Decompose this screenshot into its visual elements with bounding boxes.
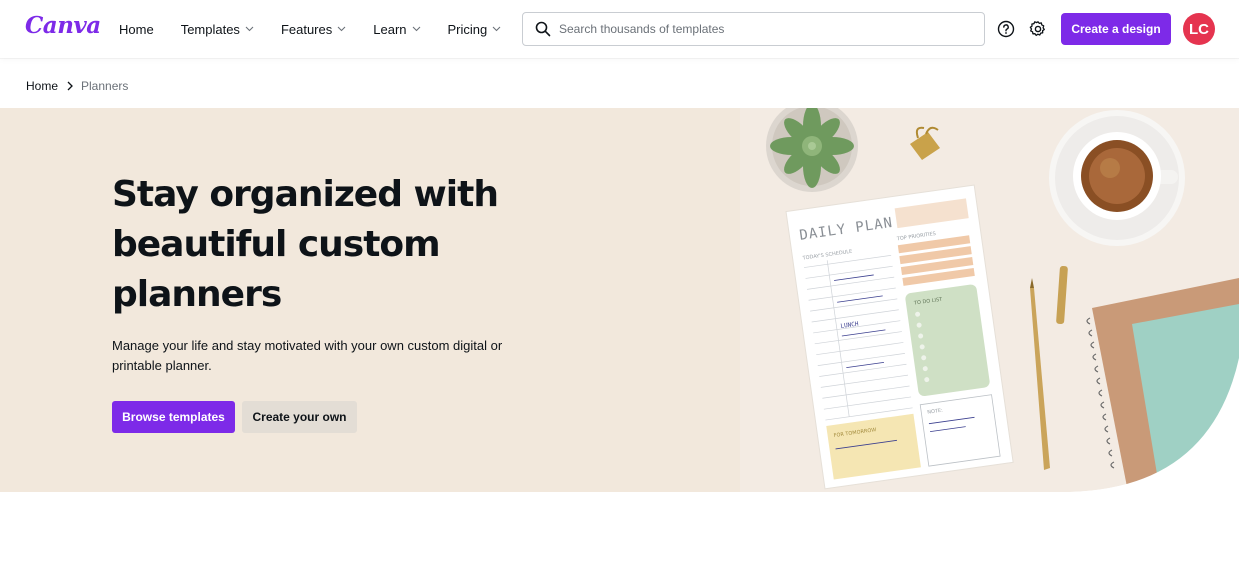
browse-templates-button[interactable]: Browse templates (112, 401, 235, 433)
coffee-cup (1049, 110, 1185, 246)
help-button[interactable] (994, 17, 1018, 41)
top-navigation-bar: Canva Home Templates Features Learn Pric… (0, 0, 1239, 58)
nav-features[interactable]: Features (281, 22, 346, 37)
search-input[interactable] (559, 22, 959, 36)
planner-hero-image: DAILY PLAN TODAY'S SCHEDULE TOP PRIORITI… (740, 108, 1239, 492)
hero-banner: Stay organized with beautiful custom pla… (0, 108, 1239, 492)
nav-features-label: Features (280, 21, 333, 37)
nav-pricing[interactable]: Pricing (448, 22, 502, 37)
nav-learn[interactable]: Learn (373, 22, 420, 37)
chevron-down-icon (412, 26, 420, 32)
help-circle-icon (997, 20, 1015, 38)
create-design-button[interactable]: Create a design (1061, 13, 1171, 45)
breadcrumb: Home Planners (26, 79, 128, 93)
chevron-down-icon (337, 26, 346, 32)
main-nav: Home Templates Features Learn Pricing (119, 0, 528, 58)
chevron-right-icon (67, 81, 73, 91)
user-avatar[interactable]: LC (1183, 13, 1215, 45)
nav-home-label: Home (119, 21, 154, 37)
daily-plan-sheet: DAILY PLAN TODAY'S SCHEDULE TOP PRIORITI… (785, 184, 1014, 490)
nav-pricing-label: Pricing (447, 21, 488, 37)
search-bar (522, 12, 985, 46)
canva-logo[interactable]: Canva (25, 12, 101, 39)
nav-templates[interactable]: Templates (181, 22, 254, 37)
breadcrumb-current: Planners (81, 79, 129, 93)
gear-icon (1029, 21, 1045, 37)
create-your-own-button[interactable]: Create your own (242, 401, 357, 433)
logo-text: Canva (25, 12, 101, 39)
nav-learn-label: Learn (373, 21, 407, 37)
nav-templates-label: Templates (180, 21, 240, 37)
search-icon (535, 21, 551, 37)
hero-title: Stay organized with beautiful custom pla… (112, 174, 499, 315)
settings-button[interactable] (1026, 17, 1050, 41)
breadcrumb-home-link[interactable]: Home (26, 79, 58, 93)
chevron-down-icon (492, 26, 501, 32)
nav-home[interactable]: Home (119, 22, 154, 37)
chevron-down-icon (245, 26, 254, 32)
hero-subtitle: Manage your life and stay motivated with… (112, 338, 503, 373)
